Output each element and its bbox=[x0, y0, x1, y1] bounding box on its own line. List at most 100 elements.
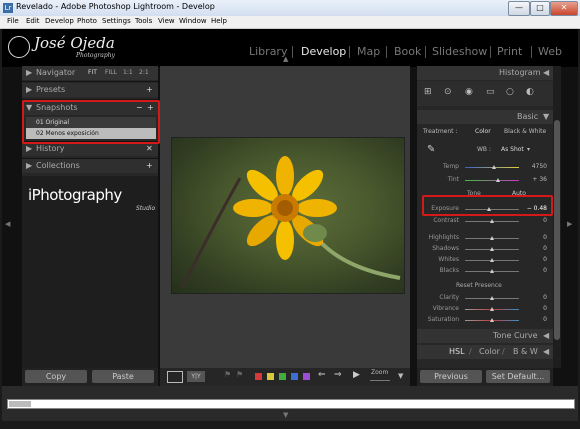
saturation-value[interactable]: 0 bbox=[523, 316, 547, 323]
paste-button[interactable]: Paste bbox=[92, 370, 154, 383]
identity-sub: Photography bbox=[76, 52, 115, 59]
yellow-label-icon[interactable] bbox=[267, 373, 274, 380]
menu-file[interactable]: File bbox=[7, 17, 19, 25]
hsl-header[interactable]: HSL / Color / B & W ◀ bbox=[417, 345, 553, 359]
tint-slider-track[interactable] bbox=[465, 180, 519, 181]
studio-logo-sub: Studio bbox=[136, 205, 156, 212]
highlights-slider-thumb[interactable] bbox=[489, 236, 494, 240]
triangle-right-icon: ▶ bbox=[26, 68, 33, 77]
navigator-header[interactable]: ▶ Navigator FIT FILL 1:1 2:1 bbox=[22, 66, 158, 80]
menu-help[interactable]: Help bbox=[211, 17, 227, 25]
highlights-value[interactable]: 0 bbox=[523, 234, 547, 241]
menu-window[interactable]: Window bbox=[179, 17, 207, 25]
blue-label-icon[interactable] bbox=[291, 373, 298, 380]
menu-settings[interactable]: Settings bbox=[102, 17, 131, 25]
blacks-slider-thumb[interactable] bbox=[489, 269, 494, 273]
temp-value[interactable]: 4750 bbox=[523, 163, 547, 170]
blacks-slider-row[interactable]: Blacks 0 bbox=[417, 267, 553, 277]
history-header[interactable]: ▶ History ✕ bbox=[22, 142, 158, 156]
left-panel-toggle-icon[interactable]: ◀ bbox=[5, 220, 10, 228]
vibrance-value[interactable]: 0 bbox=[523, 305, 547, 312]
whites-slider-thumb[interactable] bbox=[489, 258, 494, 262]
shadows-value[interactable]: 0 bbox=[523, 245, 547, 252]
zoom-fit[interactable]: FIT bbox=[88, 66, 97, 80]
exposure-highlight-box bbox=[422, 195, 553, 216]
close-button[interactable]: ✕ bbox=[550, 1, 578, 16]
triangle-right-icon: ▶ bbox=[26, 161, 33, 170]
zoom-1-1[interactable]: 1:1 bbox=[123, 66, 133, 80]
module-map[interactable]: Map bbox=[357, 45, 380, 58]
next-photo-icon[interactable]: ⇒ bbox=[334, 370, 342, 380]
lightroom-app-icon: Lr bbox=[3, 3, 13, 13]
green-label-icon[interactable] bbox=[279, 373, 286, 380]
module-develop[interactable]: Develop bbox=[301, 45, 346, 58]
contrast-slider-row[interactable]: Contrast 0 bbox=[417, 217, 553, 227]
loupe-view-icon[interactable] bbox=[167, 371, 183, 383]
hsl-tab[interactable]: HSL bbox=[449, 345, 465, 359]
clear-history-icon[interactable]: ✕ bbox=[146, 142, 153, 156]
previous-settings-button[interactable]: Previous bbox=[420, 370, 482, 383]
scrollbar-thumb[interactable] bbox=[554, 120, 560, 340]
reject-flag-icon[interactable]: ⚑ bbox=[236, 370, 243, 379]
menu-develop[interactable]: Develop bbox=[45, 17, 74, 25]
temp-slider-thumb[interactable] bbox=[492, 165, 497, 169]
clarity-value[interactable]: 0 bbox=[523, 294, 547, 301]
before-after-button[interactable]: Y|Y bbox=[187, 371, 205, 382]
bottom-panel-toggle-icon[interactable]: ▼ bbox=[283, 411, 288, 419]
add-collection-icon[interactable]: + bbox=[146, 159, 153, 173]
zoom-2-1[interactable]: 2:1 bbox=[139, 66, 149, 80]
blacks-value[interactable]: 0 bbox=[523, 267, 547, 274]
presets-header[interactable]: ▶ Presets + bbox=[22, 83, 158, 97]
flag-icon[interactable]: ⚑ bbox=[224, 370, 231, 379]
copy-button[interactable]: Copy bbox=[25, 370, 87, 383]
filmstrip-scrollbar[interactable] bbox=[7, 399, 575, 409]
tone-curve-header[interactable]: Tone Curve ◀ bbox=[417, 329, 553, 343]
red-label-icon[interactable] bbox=[255, 373, 262, 380]
top-panel-toggle-icon[interactable]: ▲ bbox=[283, 55, 288, 63]
right-panel-scrollbar[interactable] bbox=[553, 66, 561, 368]
toolbar-menu-icon[interactable]: ▼ bbox=[398, 372, 403, 380]
previous-photo-icon[interactable]: ⇐ bbox=[318, 370, 326, 380]
menu-view[interactable]: View bbox=[158, 17, 175, 25]
contrast-slider-thumb[interactable] bbox=[489, 219, 494, 223]
highlights-slider-row[interactable]: Highlights 0 bbox=[417, 234, 553, 244]
scrollbar-thumb[interactable] bbox=[9, 401, 31, 407]
module-library[interactable]: Library bbox=[249, 45, 287, 58]
zoom-fill[interactable]: FILL bbox=[105, 66, 117, 80]
tint-value[interactable]: + 36 bbox=[523, 176, 547, 183]
temp-slider-row[interactable]: Temp 4750 bbox=[417, 163, 553, 173]
right-panel-toggle-icon[interactable]: ▶ bbox=[567, 220, 572, 228]
collections-header[interactable]: ▶ Collections + bbox=[22, 159, 158, 173]
clarity-slider-row[interactable]: Clarity 0 bbox=[417, 294, 553, 304]
shadows-slider-thumb[interactable] bbox=[489, 247, 494, 251]
saturation-slider-thumb[interactable] bbox=[489, 318, 494, 322]
reset-presence-button[interactable]: Reset Presence bbox=[456, 282, 502, 289]
saturation-slider-row[interactable]: Saturation 0 bbox=[417, 316, 553, 326]
clarity-slider-thumb[interactable] bbox=[489, 296, 494, 300]
menu-tools[interactable]: Tools bbox=[135, 17, 152, 25]
menu-photo[interactable]: Photo bbox=[77, 17, 97, 25]
shadows-slider-row[interactable]: Shadows 0 bbox=[417, 245, 553, 255]
whites-slider-row[interactable]: Whites 0 bbox=[417, 256, 553, 266]
triangle-right-icon: ▶ bbox=[26, 144, 33, 153]
color-tab[interactable]: Color bbox=[479, 345, 500, 359]
blacks-label: Blacks bbox=[439, 267, 459, 274]
zoom-slider[interactable] bbox=[370, 380, 390, 381]
vibrance-slider-thumb[interactable] bbox=[489, 307, 494, 311]
play-icon[interactable]: ▶ bbox=[353, 370, 360, 380]
tint-slider-row[interactable]: Tint + 36 bbox=[417, 176, 553, 186]
shadows-label: Shadows bbox=[432, 245, 459, 252]
set-default-button[interactable]: Set Default... bbox=[486, 370, 550, 383]
add-preset-icon[interactable]: + bbox=[146, 83, 153, 97]
contrast-value[interactable]: 0 bbox=[523, 217, 547, 224]
tint-label: Tint bbox=[447, 176, 459, 183]
clarity-label: Clarity bbox=[439, 294, 459, 301]
bw-tab[interactable]: B & W bbox=[513, 345, 538, 359]
whites-value[interactable]: 0 bbox=[523, 256, 547, 263]
temp-label: Temp bbox=[443, 163, 459, 170]
tint-slider-thumb[interactable] bbox=[495, 178, 500, 182]
purple-label-icon[interactable] bbox=[303, 373, 310, 380]
photo-image[interactable] bbox=[171, 137, 405, 294]
vibrance-slider-row[interactable]: Vibrance 0 bbox=[417, 305, 553, 315]
menu-edit[interactable]: Edit bbox=[26, 17, 40, 25]
